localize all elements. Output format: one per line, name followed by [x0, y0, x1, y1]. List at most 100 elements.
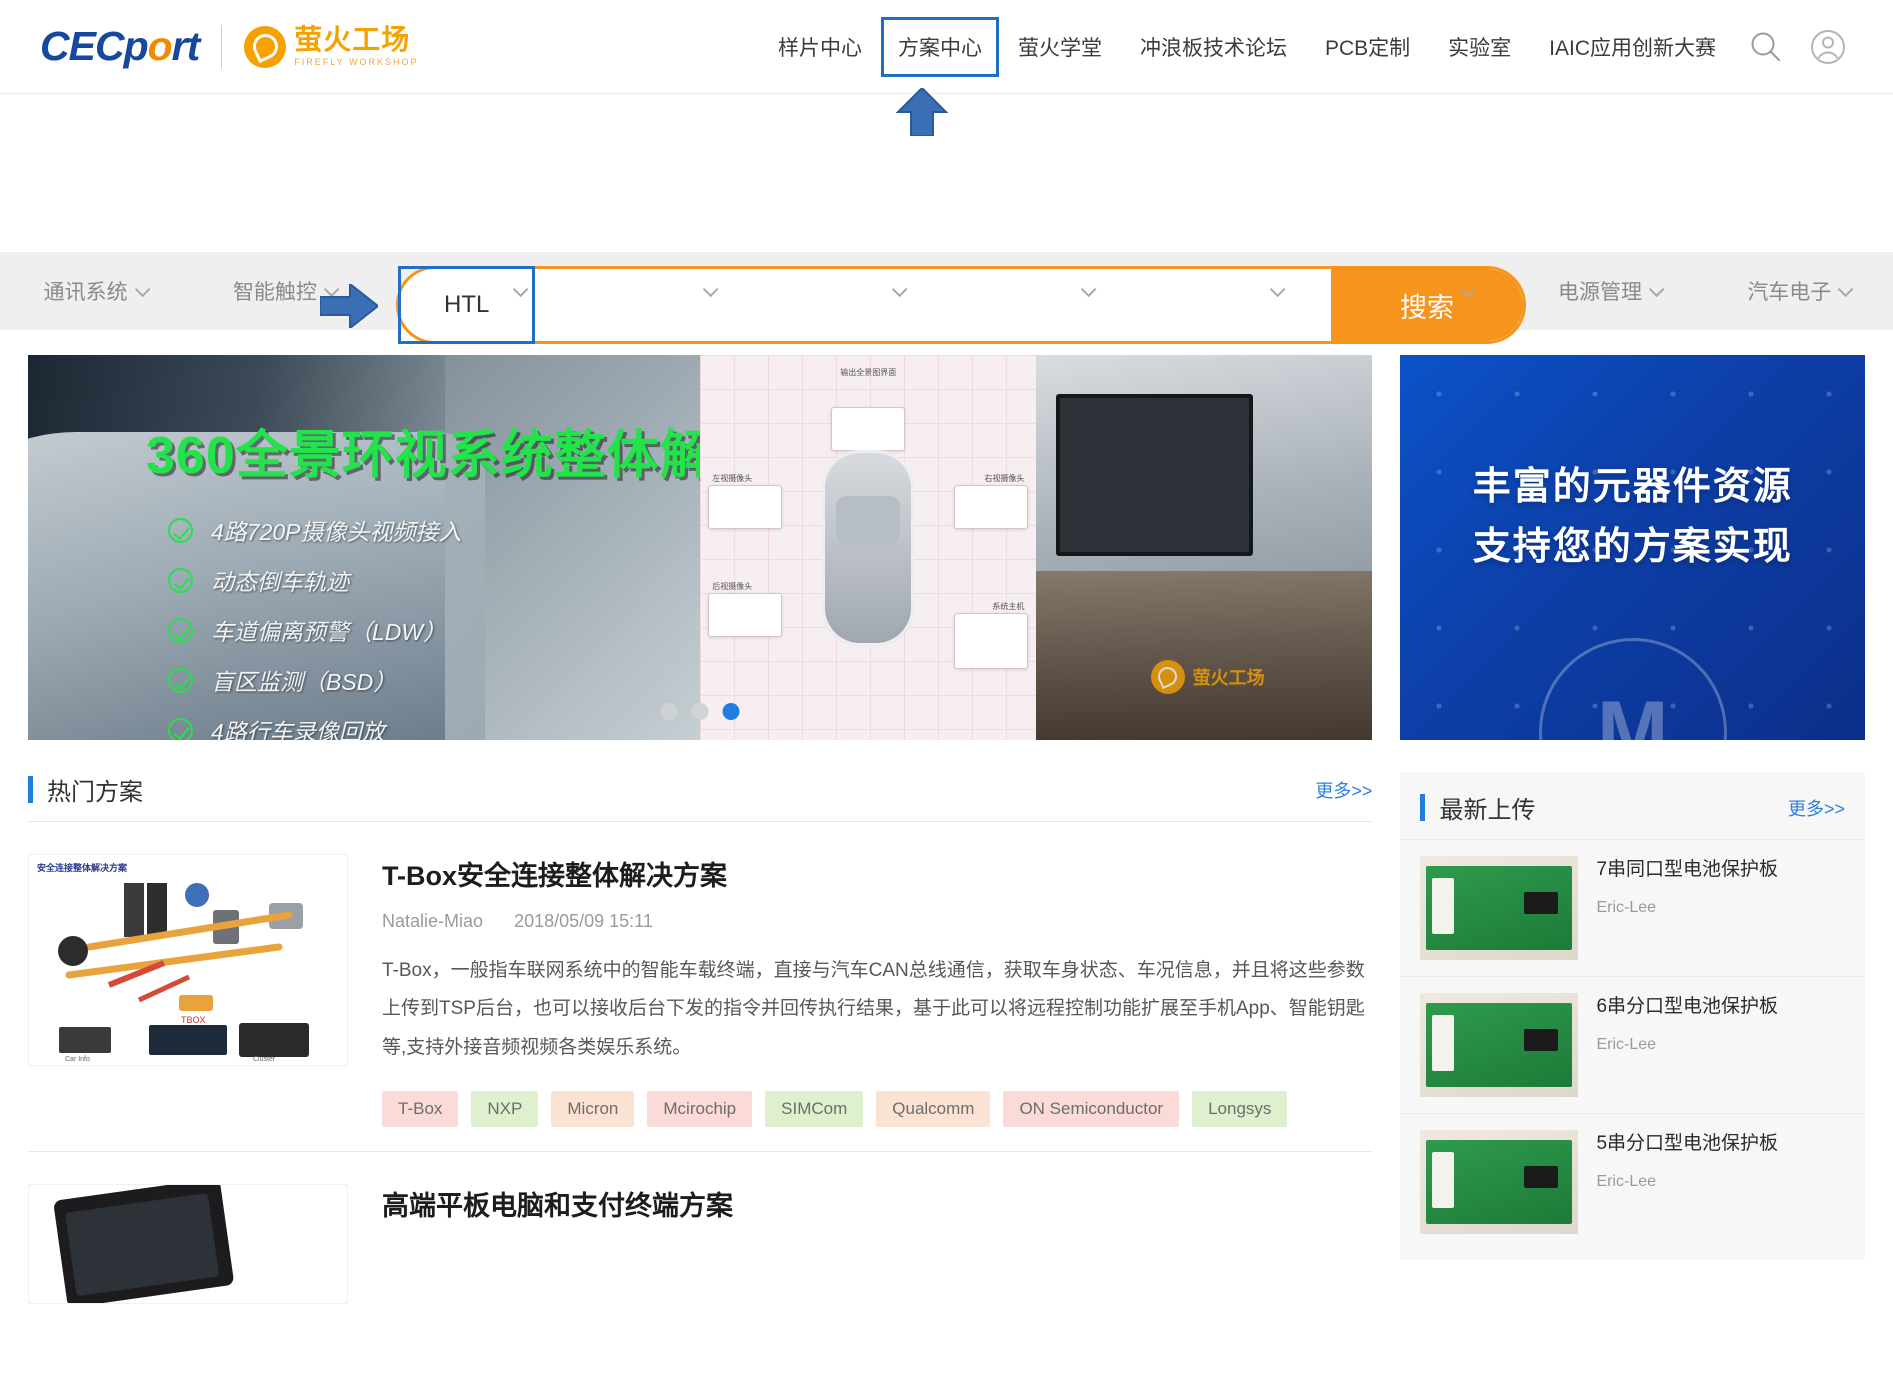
- hero-feature-item: 4路720P摄像头视频接入: [168, 513, 462, 547]
- list-item[interactable]: 7串同口型电池保护板 Eric-Lee: [1400, 839, 1865, 976]
- firefly-brand-cn: 萤火工场: [294, 24, 411, 55]
- camera-rear-box: [708, 593, 783, 637]
- list-item-text: 5串分口型电池保护板 Eric-Lee: [1596, 1130, 1845, 1234]
- list-item[interactable]: 6串分口型电池保护板 Eric-Lee: [1400, 976, 1865, 1113]
- promo-banner[interactable]: 丰富的元器件资源 支持您的方案实现 M: [1400, 355, 1865, 740]
- carousel-dot-2[interactable]: [691, 703, 709, 720]
- logo-divider: [221, 24, 223, 69]
- latest-section-header: 最新上传 更多>>: [1400, 772, 1865, 839]
- nav-item-tech-forum[interactable]: 冲浪板技术论坛: [1121, 0, 1306, 94]
- tag-chip[interactable]: Qualcomm: [876, 1091, 991, 1128]
- article-thumbnail[interactable]: [28, 1184, 348, 1305]
- hero-feature-item: 4路行车录像回放: [168, 713, 462, 740]
- camera-front-box: [831, 407, 906, 451]
- hero-feature-label: 4路720P摄像头视频接入: [211, 519, 462, 545]
- diagram-label-top: 输出全景图界面: [840, 368, 897, 377]
- search-bar[interactable]: HTL 搜索: [396, 266, 1526, 344]
- section-accent-bar: [1420, 794, 1426, 821]
- chevron-down-icon: [134, 281, 151, 297]
- page-content: 360全景环视系统整体解决方案 4路720P摄像头视频接入 动态倒车轨迹 车道偏…: [0, 330, 1893, 1328]
- hero-feature-label: 4路行车录像回放: [211, 719, 385, 740]
- article-thumbnail[interactable]: 安全连接整体解决方案 TBOX Car Info Cluster: [28, 854, 348, 1066]
- site-logo[interactable]: CECport 萤火工场 FIREFLY WORKSHOP: [40, 23, 418, 70]
- search-input[interactable]: HTL: [399, 269, 1331, 341]
- hero-feature-list: 4路720P摄像头视频接入 动态倒车轨迹 车道偏离预警（LDW） 盲区监测（BS…: [168, 513, 462, 740]
- firefly-watermark: 萤火工场: [1150, 659, 1265, 694]
- chevron-down-icon: [1838, 281, 1854, 297]
- check-circle-icon: [168, 517, 193, 543]
- latest-section-more-link[interactable]: 更多>>: [1788, 795, 1845, 821]
- hero-feature-label: 盲区监测（BSD）: [211, 669, 397, 695]
- article-row[interactable]: 安全连接整体解决方案 TBOX Car Info Cluster T-Box安全…: [28, 822, 1372, 1151]
- nav-item-solution-center[interactable]: 方案中心: [880, 16, 999, 77]
- tag-chip[interactable]: ON Semiconductor: [1003, 1091, 1180, 1128]
- search-icon[interactable]: [1735, 0, 1797, 94]
- list-item-thumbnail: [1420, 1130, 1579, 1234]
- hero-carousel[interactable]: 360全景环视系统整体解决方案 4路720P摄像头视频接入 动态倒车轨迹 车道偏…: [28, 355, 1373, 740]
- tag-chip[interactable]: Micron: [551, 1091, 635, 1128]
- side-column: 丰富的元器件资源 支持您的方案实现 M 最新上传 更多>> 7串同口型电池保护板…: [1400, 355, 1865, 1328]
- article-description: T-Box，一般指车联网系统中的智能车载终端，直接与汽车CAN总线通信，获取车身…: [382, 960, 1365, 1058]
- list-item-author: Eric-Lee: [1596, 898, 1657, 916]
- user-account-icon[interactable]: [1797, 0, 1859, 94]
- article-meta: Natalie-Miao 2018/05/09 15:11: [382, 911, 1372, 932]
- cecport-wordmark: CECport: [40, 23, 201, 70]
- list-item-thumbnail: [1420, 993, 1579, 1097]
- diagram-label-left: 左视摄像头: [712, 474, 753, 483]
- category-label: 通讯系统: [43, 281, 128, 304]
- logo-text-rt: rt: [171, 23, 201, 69]
- article-body: 高端平板电脑和支付终端方案: [382, 1184, 1372, 1304]
- nav-item-pcb-custom[interactable]: PCB定制: [1306, 0, 1429, 94]
- main-navigation: 样片中心 方案中心 萤火学堂 冲浪板技术论坛 PCB定制 实验室 IAIC应用创…: [759, 0, 1859, 94]
- carousel-dot-1[interactable]: [660, 703, 678, 720]
- annotation-arrow-right: [320, 284, 378, 328]
- pcb-board-icon: [1426, 1140, 1573, 1224]
- nav-item-firefly-school[interactable]: 萤火学堂: [999, 0, 1121, 94]
- tag-chip[interactable]: Mcirochip: [647, 1091, 753, 1128]
- diagram-label-right: 右视摄像头: [984, 474, 1025, 483]
- main-column: 360全景环视系统整体解决方案 4路720P摄像头视频接入 动态倒车轨迹 车道偏…: [28, 355, 1373, 1328]
- firefly-brand-en: FIREFLY WORKSHOP: [294, 57, 419, 67]
- host-box: [954, 613, 1029, 669]
- tag-chip[interactable]: Longsys: [1192, 1091, 1288, 1128]
- search-button[interactable]: 搜索: [1331, 269, 1523, 341]
- article-title[interactable]: 高端平板电脑和支付终端方案: [382, 1184, 1372, 1223]
- category-item-comm[interactable]: 通讯系统: [0, 276, 189, 306]
- nav-item-lab[interactable]: 实验室: [1429, 0, 1530, 94]
- article-author: Natalie-Miao: [382, 911, 484, 931]
- tag-chip[interactable]: T-Box: [382, 1091, 459, 1128]
- pcb-board-icon: [1426, 866, 1573, 950]
- logo-text-p: p: [123, 23, 149, 69]
- check-circle-icon: [168, 717, 193, 740]
- camera-left-box: [708, 485, 783, 529]
- check-circle-icon: [168, 667, 193, 693]
- category-item-power-management[interactable]: 电源管理: [1514, 276, 1703, 306]
- firefly-logo[interactable]: 萤火工场 FIREFLY WORKSHOP: [244, 24, 419, 68]
- pcb-board-icon: [1426, 1003, 1573, 1087]
- check-circle-icon: [168, 567, 193, 593]
- list-item-text: 7串同口型电池保护板 Eric-Lee: [1596, 856, 1845, 960]
- list-item-thumbnail: [1420, 856, 1579, 960]
- thumbnail-diagram: TBOX Car Info Cluster: [58, 883, 309, 1063]
- firefly-watermark-icon: [1150, 659, 1185, 694]
- article-row[interactable]: 高端平板电脑和支付终端方案: [28, 1152, 1372, 1328]
- hot-section-more-link[interactable]: 更多>>: [1315, 777, 1372, 803]
- list-item-author: Eric-Lee: [1596, 1172, 1657, 1190]
- article-body: T-Box安全连接整体解决方案 Natalie-Miao 2018/05/09 …: [382, 854, 1372, 1128]
- article-title[interactable]: T-Box安全连接整体解决方案: [382, 854, 1372, 893]
- category-item-automotive[interactable]: 汽车电子: [1704, 276, 1893, 306]
- list-item[interactable]: 5串分口型电池保护板 Eric-Lee: [1400, 1113, 1865, 1250]
- tag-chip[interactable]: NXP: [471, 1091, 539, 1128]
- firefly-watermark-label: 萤火工场: [1192, 667, 1265, 688]
- hot-section-header: 热门方案 更多>>: [28, 772, 1372, 821]
- nav-item-iaic-contest[interactable]: IAIC应用创新大赛: [1530, 0, 1735, 94]
- hero-feature-item: 盲区监测（BSD）: [168, 663, 462, 697]
- car-top-view: [822, 449, 915, 646]
- list-item-author: Eric-Lee: [1596, 1035, 1657, 1053]
- hero-title: 360全景环视系统整体解决方案: [146, 427, 701, 485]
- carousel-dot-3[interactable]: [722, 703, 740, 720]
- thumbnail-caption: 安全连接整体解决方案: [37, 863, 128, 873]
- tag-chip[interactable]: SIMCom: [765, 1091, 864, 1128]
- nav-item-sample-center[interactable]: 样片中心: [759, 0, 881, 94]
- logo-text-cec: CEC: [40, 23, 125, 69]
